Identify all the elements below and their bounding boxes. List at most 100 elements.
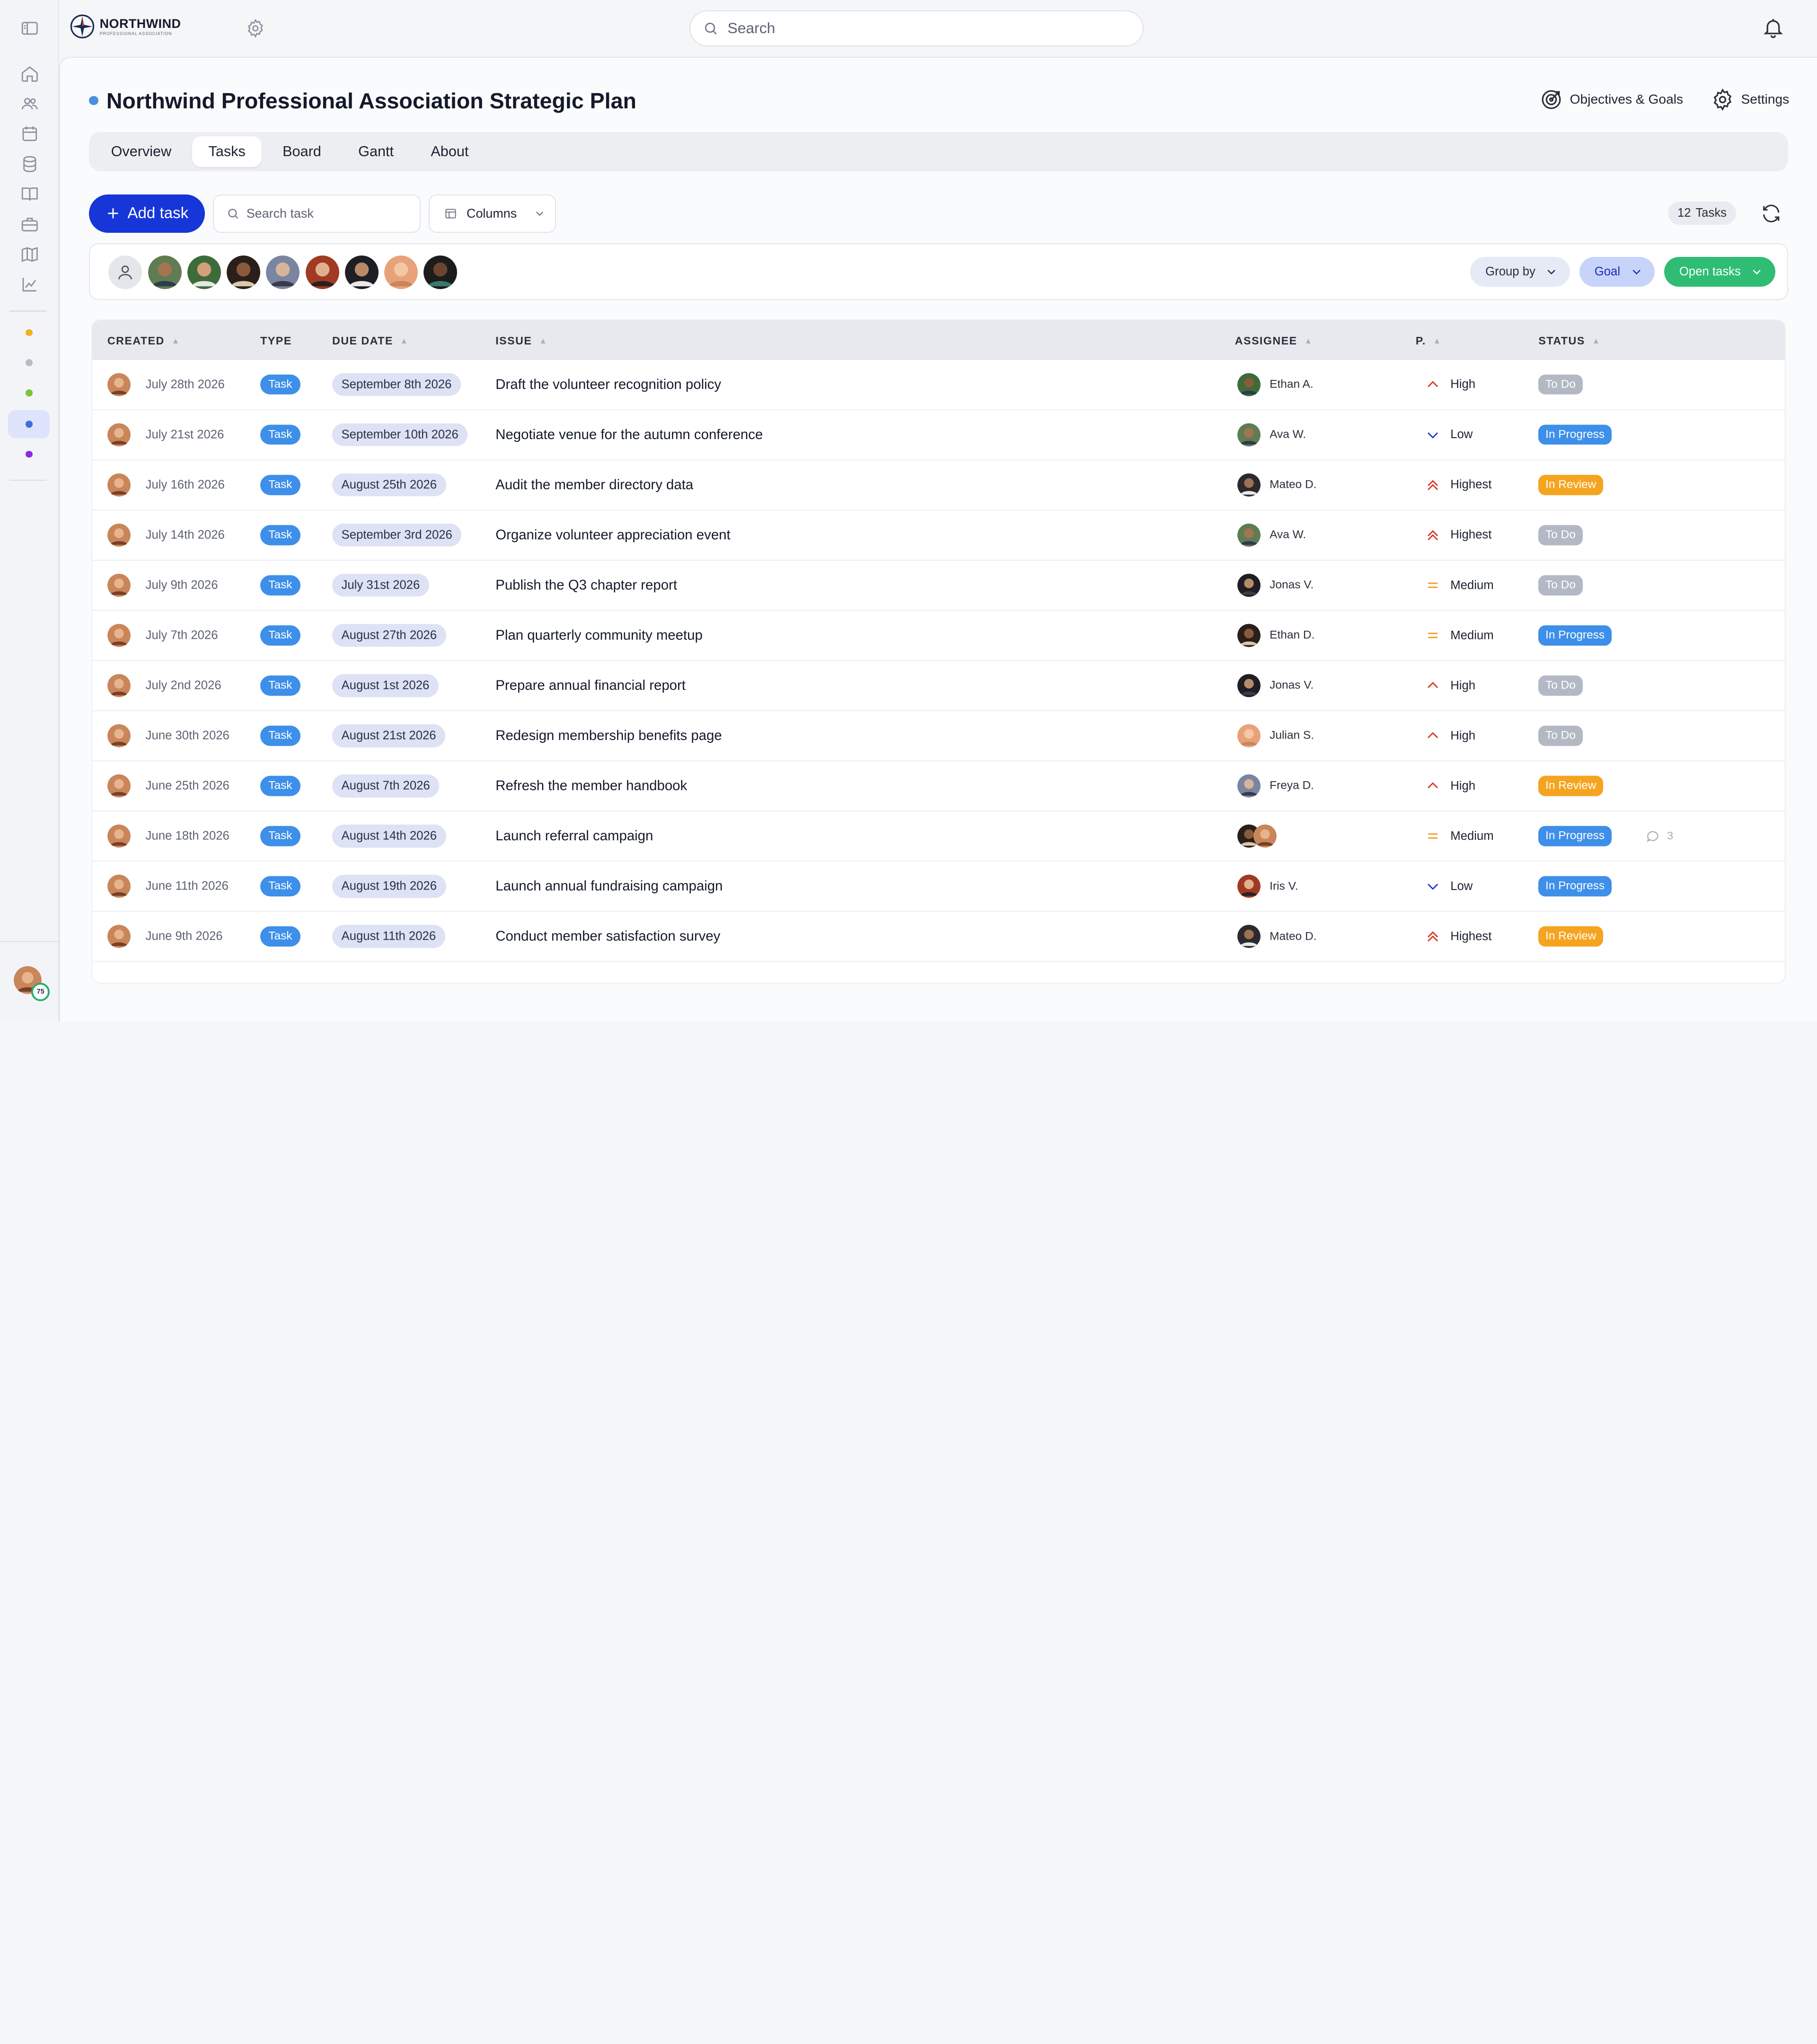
avatar[interactable]: [187, 256, 221, 290]
priority-cell[interactable]: High: [1425, 728, 1475, 744]
open-tasks-dropdown[interactable]: Open tasks: [1664, 256, 1776, 287]
priority-cell[interactable]: Highest: [1425, 527, 1491, 543]
assignee-cell[interactable]: Ethan A.: [1237, 373, 1314, 396]
table-row[interactable]: June 25th 2026 Task August 7th 2026 Refr…: [92, 761, 1785, 812]
all-people-avatar[interactable]: [108, 256, 142, 290]
priority-cell[interactable]: Highest: [1425, 928, 1491, 944]
status-cell[interactable]: To Do: [1538, 675, 1583, 696]
column-header-status[interactable]: STATUS ▲: [1538, 335, 1600, 347]
avatar[interactable]: [384, 256, 418, 290]
table-row[interactable]: July 7th 2026 Task August 27th 2026 Plan…: [92, 611, 1785, 661]
table-row[interactable]: June 9th 2026 Task August 11th 2026 Cond…: [92, 912, 1785, 962]
table-row[interactable]: June 18th 2026 Task August 14th 2026 Lau…: [92, 811, 1785, 862]
table-row[interactable]: July 9th 2026 Task July 31st 2026 Publis…: [92, 561, 1785, 611]
assignee-cell[interactable]: Jonas V.: [1237, 573, 1314, 597]
avatar[interactable]: [227, 256, 261, 290]
project-dot[interactable]: [25, 389, 33, 396]
map-icon[interactable]: [20, 245, 40, 264]
issue-title[interactable]: Launch annual fundraising campaign: [495, 878, 723, 894]
assignee-cell[interactable]: Iris V.: [1237, 874, 1298, 898]
tab-board[interactable]: Board: [266, 136, 337, 167]
issue-title[interactable]: Prepare annual financial report: [495, 678, 686, 694]
task-search-input[interactable]: [246, 206, 409, 221]
current-user-avatar[interactable]: 75: [14, 966, 50, 1001]
settings-button[interactable]: Settings: [1711, 88, 1789, 111]
project-dot[interactable]: [25, 450, 33, 458]
status-cell[interactable]: To Do: [1538, 575, 1583, 596]
table-row[interactable]: June 30th 2026 Task August 21st 2026 Red…: [92, 711, 1785, 761]
status-cell[interactable]: In Review: [1538, 926, 1604, 947]
status-cell[interactable]: In Progress: [1538, 625, 1612, 646]
avatar[interactable]: [266, 256, 300, 290]
objectives-goals-button[interactable]: Objectives & Goals: [1540, 88, 1683, 111]
priority-cell[interactable]: High: [1425, 678, 1475, 694]
tab-about[interactable]: About: [415, 136, 485, 167]
global-search-field[interactable]: [689, 10, 1144, 46]
project-dot-selected[interactable]: [25, 420, 33, 428]
task-search-field[interactable]: [213, 194, 421, 233]
issue-title[interactable]: Publish the Q3 chapter report: [495, 577, 677, 593]
table-row[interactable]: July 2nd 2026 Task August 1st 2026 Prepa…: [92, 661, 1785, 711]
priority-cell[interactable]: High: [1425, 377, 1475, 393]
notification-bell-icon[interactable]: [1762, 16, 1785, 39]
home-icon[interactable]: [20, 64, 40, 84]
status-cell[interactable]: To Do: [1538, 525, 1583, 546]
avatar[interactable]: [344, 256, 379, 290]
assignee-cell[interactable]: Ethan D.: [1237, 624, 1314, 647]
column-header-assignee[interactable]: ASSIGNEE ▲: [1235, 335, 1313, 347]
project-dot[interactable]: [25, 359, 33, 366]
book-icon[interactable]: [20, 184, 40, 204]
priority-cell[interactable]: Low: [1425, 878, 1473, 894]
avatar[interactable]: [148, 256, 182, 290]
assignee-cell[interactable]: Jonas V.: [1237, 674, 1314, 697]
priority-cell[interactable]: Medium: [1425, 577, 1494, 593]
status-cell[interactable]: In Progress: [1538, 424, 1612, 445]
project-dot[interactable]: [25, 329, 33, 336]
status-cell[interactable]: In Review: [1538, 775, 1604, 796]
status-cell[interactable]: In Progress: [1538, 826, 1612, 846]
table-row[interactable]: July 16th 2026 Task August 25th 2026 Aud…: [92, 460, 1785, 511]
goal-filter-dropdown[interactable]: Goal: [1579, 256, 1655, 287]
issue-title[interactable]: Launch referral campaign: [495, 828, 653, 844]
tab-gantt[interactable]: Gantt: [342, 136, 410, 167]
assignee-cell[interactable]: Freya D.: [1237, 774, 1314, 798]
priority-cell[interactable]: Medium: [1425, 627, 1494, 643]
issue-title[interactable]: Audit the member directory data: [495, 477, 693, 493]
refresh-icon[interactable]: [1760, 203, 1782, 225]
assignee-cell[interactable]: [1237, 824, 1286, 848]
database-icon[interactable]: [20, 154, 40, 174]
assignee-cell[interactable]: Mateo D.: [1237, 473, 1316, 497]
assignee-cell[interactable]: Ava W.: [1237, 423, 1306, 447]
status-cell[interactable]: To Do: [1538, 725, 1583, 746]
priority-cell[interactable]: High: [1425, 778, 1475, 794]
status-cell[interactable]: In Progress: [1538, 876, 1612, 897]
users-icon[interactable]: [20, 94, 40, 114]
panel-toggle-icon[interactable]: [20, 18, 40, 38]
briefcase-icon[interactable]: [20, 214, 40, 234]
avatar[interactable]: [423, 256, 458, 290]
issue-title[interactable]: Organize volunteer appreciation event: [495, 527, 730, 543]
priority-cell[interactable]: Low: [1425, 427, 1473, 443]
brand-logo[interactable]: NORTHWIND PROFESSIONAL ASSOCIATION: [70, 14, 181, 39]
assignee-cell[interactable]: Mateo D.: [1237, 925, 1316, 948]
assignee-cell[interactable]: Julian S.: [1237, 724, 1314, 748]
issue-title[interactable]: Conduct member satisfaction survey: [495, 928, 720, 944]
status-cell[interactable]: In Review: [1538, 475, 1604, 495]
table-row[interactable]: July 14th 2026 Task September 3rd 2026 O…: [92, 511, 1785, 561]
columns-dropdown[interactable]: Columns: [428, 194, 556, 233]
column-header-issue[interactable]: ISSUE ▲: [495, 335, 547, 347]
priority-cell[interactable]: Medium: [1425, 828, 1494, 844]
priority-cell[interactable]: Highest: [1425, 477, 1491, 493]
table-row[interactable]: June 11th 2026 Task August 19th 2026 Lau…: [92, 862, 1785, 912]
table-row[interactable]: July 21st 2026 Task September 10th 2026 …: [92, 410, 1785, 460]
global-search-input[interactable]: [727, 19, 1076, 37]
column-header-type[interactable]: TYPE: [260, 335, 292, 347]
column-header-priority[interactable]: P. ▲: [1416, 335, 1442, 347]
add-task-button[interactable]: Add task: [89, 194, 205, 233]
status-cell[interactable]: To Do: [1538, 374, 1583, 395]
tab-overview[interactable]: Overview: [95, 136, 187, 167]
chart-icon[interactable]: [20, 274, 40, 294]
table-row[interactable]: July 28th 2026 Task September 8th 2026 D…: [92, 360, 1785, 410]
comments-indicator[interactable]: 3: [1645, 828, 1673, 844]
column-header-due-date[interactable]: DUE DATE ▲: [332, 335, 409, 347]
